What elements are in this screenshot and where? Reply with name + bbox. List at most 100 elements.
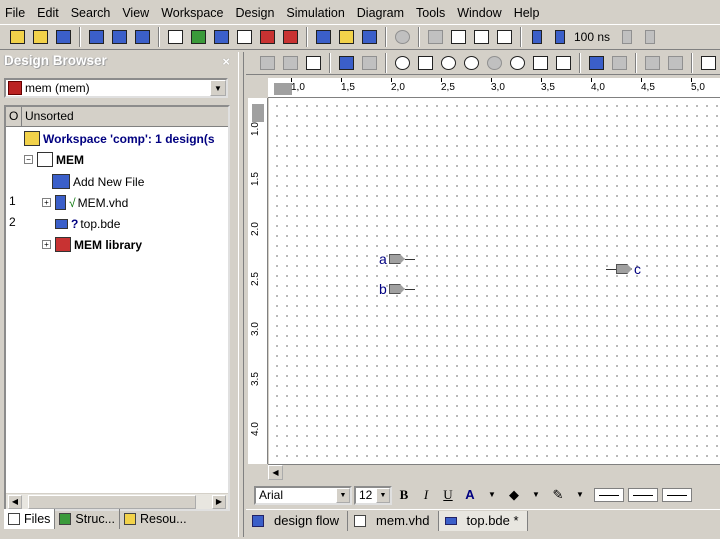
underline-button[interactable]: U xyxy=(438,485,458,505)
scroll-thumb[interactable] xyxy=(28,495,196,509)
column-header-unsorted[interactable]: Unsorted xyxy=(22,107,228,126)
fill-color-button[interactable]: ◆ xyxy=(504,485,524,505)
tree-item-library[interactable]: + MEM library xyxy=(42,234,142,255)
close-icon[interactable]: × xyxy=(222,53,230,71)
tree-item-mem-vhd[interactable]: + √ MEM.vhd xyxy=(42,192,128,213)
open-button[interactable] xyxy=(29,26,51,48)
line-end-select[interactable] xyxy=(662,488,692,502)
zoom-in-button[interactable] xyxy=(437,52,459,74)
undo-button[interactable] xyxy=(335,52,357,74)
menu-help[interactable]: Help xyxy=(508,3,546,23)
schematic-canvas[interactable]: a b c xyxy=(269,98,720,464)
push-button[interactable] xyxy=(585,52,607,74)
zoom-fit-button[interactable] xyxy=(483,52,505,74)
menu-tools[interactable]: Tools xyxy=(410,3,451,23)
scroll-left-icon[interactable]: ◀ xyxy=(8,495,22,509)
expand-icon[interactable]: + xyxy=(42,198,51,207)
zoom-page-button[interactable] xyxy=(529,52,551,74)
bold-button[interactable]: B xyxy=(394,485,414,505)
pan-button[interactable] xyxy=(414,52,436,74)
tab-files[interactable]: Files xyxy=(4,509,56,529)
redo-button[interactable] xyxy=(358,52,380,74)
input-port-a[interactable]: a xyxy=(379,251,415,267)
output-port-c[interactable]: c xyxy=(606,261,641,277)
pin-button[interactable] xyxy=(641,52,663,74)
zoom-button[interactable] xyxy=(391,52,413,74)
copy-button[interactable] xyxy=(279,52,301,74)
debug-button[interactable] xyxy=(256,26,278,48)
canvas-horizontal-scrollbar[interactable]: ◀ xyxy=(268,464,720,481)
italic-button[interactable]: I xyxy=(416,485,436,505)
menu-diagram[interactable]: Diagram xyxy=(351,3,410,23)
menu-design[interactable]: Design xyxy=(229,3,280,23)
menu-simulation[interactable]: Simulation xyxy=(280,3,350,23)
column-header-o[interactable]: O xyxy=(6,107,22,126)
font-name-select[interactable]: Arial ▼ xyxy=(254,485,352,505)
tab-resources[interactable]: Resou... xyxy=(120,509,191,529)
books-button[interactable] xyxy=(279,26,301,48)
menu-workspace[interactable]: Workspace xyxy=(155,3,229,23)
update-button[interactable] xyxy=(664,52,686,74)
table-button[interactable] xyxy=(131,26,153,48)
restart-button[interactable] xyxy=(447,26,469,48)
tree-item-workspace[interactable]: Workspace 'comp': 1 design(s xyxy=(24,128,215,149)
tree-item-add-new[interactable]: Add New File xyxy=(52,171,144,192)
run-for-button[interactable] xyxy=(549,26,571,48)
tip-button[interactable] xyxy=(335,26,357,48)
scroll-left-icon[interactable]: ◀ xyxy=(268,465,283,480)
paste-button[interactable] xyxy=(302,52,324,74)
zoom-select-button[interactable] xyxy=(552,52,574,74)
new-file-button[interactable] xyxy=(6,26,28,48)
line-width-select[interactable] xyxy=(628,488,658,502)
stop-button[interactable] xyxy=(391,26,413,48)
sim-time-input[interactable]: 100 ns xyxy=(572,30,610,44)
menu-file[interactable]: File xyxy=(0,3,31,23)
chevron-down-icon[interactable]: ▼ xyxy=(482,485,502,505)
line-style-select[interactable] xyxy=(594,488,624,502)
cut-button[interactable] xyxy=(256,52,278,74)
collapse-icon[interactable]: − xyxy=(24,155,33,164)
menu-edit[interactable]: Edit xyxy=(31,3,65,23)
library-button[interactable] xyxy=(108,26,130,48)
tree-item-top-bde[interactable]: ? top.bde xyxy=(55,213,120,234)
run-button[interactable] xyxy=(526,26,548,48)
chevron-down-icon[interactable]: ▼ xyxy=(526,485,546,505)
menu-window[interactable]: Window xyxy=(451,3,507,23)
wizard-button[interactable] xyxy=(187,26,209,48)
advisor-button[interactable] xyxy=(358,26,380,48)
monitor-button[interactable] xyxy=(210,26,232,48)
input-port-b[interactable]: b xyxy=(379,281,415,297)
tree-item-design[interactable]: − MEM xyxy=(24,149,84,170)
hierarchy-button[interactable] xyxy=(85,26,107,48)
zoom-area-button[interactable] xyxy=(506,52,528,74)
step-button[interactable] xyxy=(639,26,661,48)
init-sim-button[interactable] xyxy=(424,26,446,48)
find-button[interactable] xyxy=(233,26,255,48)
font-color-button[interactable]: A xyxy=(460,485,480,505)
tab-structure[interactable]: Struc... xyxy=(55,509,120,529)
chevron-down-icon[interactable]: ▼ xyxy=(376,487,390,503)
save-button[interactable] xyxy=(52,26,74,48)
design-select[interactable]: mem (mem) ▼ xyxy=(4,78,228,98)
zoom-out-button[interactable] xyxy=(460,52,482,74)
pop-button[interactable] xyxy=(608,52,630,74)
tab-design-flow[interactable]: design flow xyxy=(246,510,349,531)
scroll-right-icon[interactable]: ▶ xyxy=(212,495,226,509)
menu-view[interactable]: View xyxy=(116,3,155,23)
tree-horizontal-scrollbar[interactable]: ◀ ▶ xyxy=(6,493,228,509)
structure-button[interactable] xyxy=(312,26,334,48)
compile-button[interactable] xyxy=(164,26,186,48)
expand-icon[interactable]: + xyxy=(42,240,51,249)
reset-button[interactable] xyxy=(493,26,515,48)
menu-search[interactable]: Search xyxy=(65,3,117,23)
tab-mem-vhd[interactable]: mem.vhd xyxy=(348,510,439,531)
select-tool-button[interactable] xyxy=(697,52,719,74)
chevron-down-icon[interactable]: ▼ xyxy=(336,487,350,503)
chevron-down-icon[interactable]: ▼ xyxy=(210,80,226,96)
step-back-button[interactable] xyxy=(616,26,638,48)
line-color-button[interactable]: ✎ xyxy=(548,485,568,505)
end-sim-button[interactable] xyxy=(470,26,492,48)
font-size-select[interactable]: 12 ▼ xyxy=(354,485,392,505)
chevron-down-icon[interactable]: ▼ xyxy=(570,485,590,505)
panel-splitter[interactable] xyxy=(238,52,244,537)
